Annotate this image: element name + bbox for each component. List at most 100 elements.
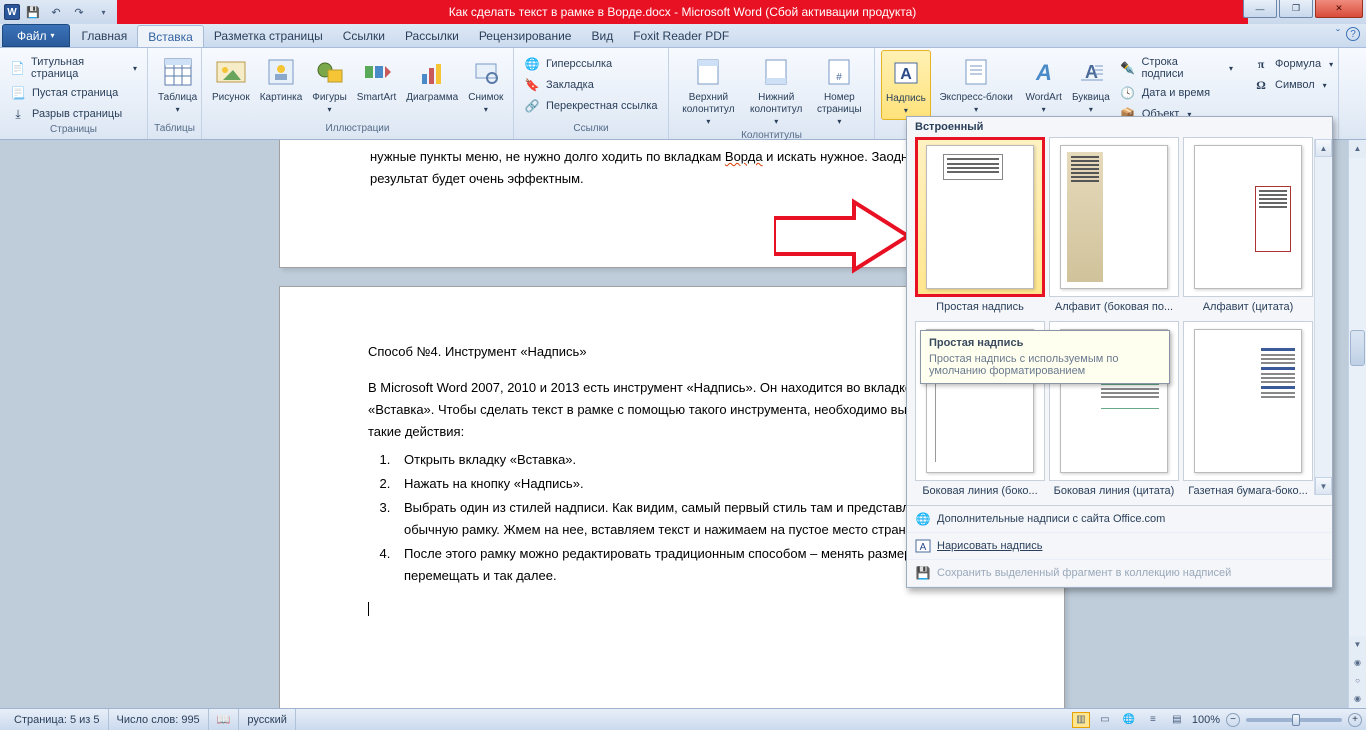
tab-mailings[interactable]: Рассылки	[395, 25, 469, 47]
gallery-draw-textbox[interactable]: AНарисовать надпись	[907, 533, 1332, 560]
ribbon-minimize-icon[interactable]: ˇ	[1336, 27, 1340, 41]
word-icon: W	[4, 4, 20, 20]
browse-object-icon[interactable]: ○	[1349, 672, 1366, 690]
group-label-pages: Страницы	[6, 124, 141, 139]
tab-view[interactable]: Вид	[581, 25, 623, 47]
table-button[interactable]: Таблица▾	[154, 50, 201, 118]
textbox-button[interactable]: AНадпись▾	[881, 50, 931, 120]
tab-foxit[interactable]: Foxit Reader PDF	[623, 25, 739, 47]
table-icon	[162, 56, 194, 88]
bookmark-button[interactable]: 🔖Закладка	[520, 75, 662, 95]
scroll-thumb[interactable]	[1350, 330, 1365, 366]
help-icon[interactable]: ?	[1346, 27, 1360, 41]
title-page-icon: 📄	[10, 60, 25, 76]
chart-icon	[416, 56, 448, 88]
tooltip-title: Простая надпись	[929, 337, 1161, 349]
symbol-button[interactable]: ΩСимвол▾	[1249, 75, 1337, 95]
view-fullscreen[interactable]: ▭	[1096, 712, 1114, 728]
zoom-slider-thumb[interactable]	[1292, 714, 1300, 726]
prev-page-icon[interactable]: ◉	[1349, 654, 1366, 672]
blank-page-icon: 📃	[10, 85, 26, 101]
view-web[interactable]: 🌐	[1120, 712, 1138, 728]
tab-insert[interactable]: Вставка	[137, 25, 204, 47]
signature-line-button[interactable]: ✒️Строка подписи▾	[1116, 54, 1237, 82]
zoom-percent[interactable]: 100%	[1192, 714, 1220, 726]
blank-page-button[interactable]: 📃Пустая страница	[6, 83, 141, 103]
picture-button[interactable]: Рисунок	[208, 50, 254, 106]
qat-customize[interactable]	[92, 2, 112, 22]
file-tab[interactable]: Файл▾	[2, 24, 70, 47]
title-bar: W 💾 ↶ ↷ Как сделать текст в рамке в Ворд…	[0, 0, 1366, 24]
list-item: После этого рамку можно редактировать тр…	[394, 543, 976, 587]
window-close[interactable]: ✕	[1315, 0, 1363, 18]
group-label-tables: Таблицы	[154, 123, 195, 139]
gallery-more-office[interactable]: 🌐Дополнительные надписи с сайта Office.c…	[907, 506, 1332, 533]
view-outline[interactable]: ≡	[1144, 712, 1162, 728]
smartart-button[interactable]: SmartArt	[353, 50, 400, 106]
zoom-out-button[interactable]: −	[1226, 713, 1240, 727]
gallery-caption: Газетная бумага-боко...	[1188, 485, 1308, 497]
office-icon: 🌐	[915, 511, 931, 527]
gallery-scroll-up[interactable]: ▲	[1315, 139, 1332, 157]
window-minimize[interactable]: —	[1243, 0, 1277, 18]
hyperlink-icon: 🌐	[524, 56, 540, 72]
tab-references[interactable]: Ссылки	[333, 25, 395, 47]
datetime-button[interactable]: 🕓Дата и время	[1116, 83, 1237, 103]
zoom-in-button[interactable]: +	[1348, 713, 1362, 727]
page-break-button[interactable]: ⤓Разрыв страницы	[6, 104, 141, 124]
status-word-count[interactable]: Число слов: 995	[109, 709, 209, 730]
gallery-caption: Боковая линия (цитата)	[1054, 485, 1175, 497]
shapes-icon	[314, 56, 346, 88]
quickparts-icon	[960, 56, 992, 88]
gallery-caption: Алфавит (цитата)	[1203, 301, 1294, 313]
svg-text:A: A	[1035, 60, 1052, 85]
clipart-button[interactable]: Картинка	[256, 50, 307, 106]
ribbon-tabs: Файл▾ Главная Вставка Разметка страницы …	[0, 24, 1366, 48]
list-item: Открыть вкладку «Вставка».	[394, 449, 976, 471]
doc-text-fragment: нужные пункты меню, не нужно долго ходит…	[370, 149, 926, 186]
footer-button[interactable]: Нижний колонтитул ▾	[744, 50, 809, 130]
chart-button[interactable]: Диаграмма	[402, 50, 462, 106]
title-page-button[interactable]: 📄Титульная страница▾	[6, 54, 141, 82]
vertical-scrollbar[interactable]: ▲ ▼ ◉ ○ ◉	[1348, 140, 1366, 708]
qat-redo[interactable]: ↷	[69, 2, 89, 22]
status-language[interactable]: русский	[239, 709, 295, 730]
equation-button[interactable]: πФормула▾	[1249, 54, 1337, 74]
status-page[interactable]: Страница: 5 из 5	[6, 709, 109, 730]
dropcap-icon: A	[1075, 56, 1107, 88]
list-item: Выбрать один из стилей надписи. Как види…	[394, 497, 976, 541]
tab-page-layout[interactable]: Разметка страницы	[204, 25, 333, 47]
screenshot-icon	[470, 56, 502, 88]
screenshot-button[interactable]: Снимок▾	[464, 50, 507, 118]
qat-undo[interactable]: ↶	[46, 2, 66, 22]
wordart-button[interactable]: AWordArt▾	[1021, 50, 1066, 118]
view-draft[interactable]: ▤	[1168, 712, 1186, 728]
zoom-slider[interactable]	[1246, 718, 1342, 722]
tab-review[interactable]: Рецензирование	[469, 25, 582, 47]
svg-text:A: A	[920, 542, 927, 553]
qat-save[interactable]: 💾	[23, 2, 43, 22]
gallery-tile-alphabet-side[interactable]: Алфавит (боковая по...	[1049, 137, 1179, 317]
gallery-tile-newspaper-side[interactable]: Газетная бумага-боко...	[1183, 321, 1313, 501]
header-button[interactable]: Верхний колонтитул ▾	[675, 50, 742, 130]
shapes-button[interactable]: Фигуры▾	[308, 50, 350, 118]
window-maximize[interactable]: ❐	[1279, 0, 1313, 18]
gallery-scroll-down[interactable]: ▼	[1315, 477, 1332, 495]
scroll-up-arrow[interactable]: ▲	[1349, 140, 1366, 158]
gallery-caption: Алфавит (боковая по...	[1055, 301, 1173, 313]
dropcap-button[interactable]: AБуквица▾	[1068, 50, 1114, 118]
crossref-button[interactable]: 🔗Перекрестная ссылка	[520, 96, 662, 116]
hyperlink-button[interactable]: 🌐Гиперссылка	[520, 54, 662, 74]
header-icon	[692, 56, 724, 88]
view-print-layout[interactable]: ▥	[1072, 712, 1090, 728]
tab-home[interactable]: Главная	[72, 25, 138, 47]
pagenum-button[interactable]: #Номер страницы ▾	[811, 50, 868, 130]
gallery-tile-alphabet-quote[interactable]: Алфавит (цитата)	[1183, 137, 1313, 317]
scroll-down-arrow[interactable]: ▼	[1349, 636, 1366, 654]
quickparts-button[interactable]: Экспресс-блоки ▾	[933, 50, 1020, 118]
gallery-tile-simple[interactable]: Простая надпись	[915, 137, 1045, 317]
pagenum-icon: #	[823, 56, 855, 88]
status-proofing[interactable]: 📖	[209, 709, 240, 730]
gallery-scrollbar[interactable]: ▲ ▼	[1314, 139, 1332, 495]
next-page-icon[interactable]: ◉	[1349, 690, 1366, 708]
